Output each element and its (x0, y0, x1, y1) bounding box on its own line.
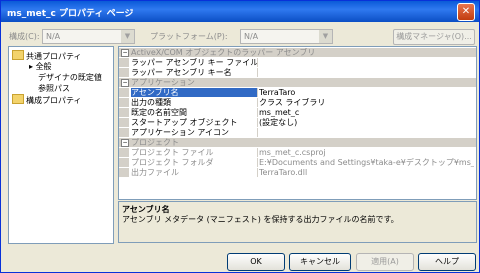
close-button[interactable]: ✕ (457, 3, 475, 21)
ok-button[interactable]: OK (227, 253, 285, 271)
property-row[interactable]: ラッパー アセンブリ キー名 (119, 68, 476, 77)
collapse-icon[interactable]: − (121, 79, 129, 87)
config-manager-button[interactable]: 構成マネージャ(O)... (393, 29, 475, 45)
category-tree: 共通プロパティ ▸ 全般 デザイナの既定値 参照パス 構成プロパティ (8, 46, 114, 244)
cancel-button[interactable]: キャンセル (289, 253, 351, 271)
property-row[interactable]: プロジェクト フォルダ E:¥Documents and Settings¥tak… (119, 158, 476, 167)
folder-open-icon (12, 50, 24, 60)
window-title: ms_met_c プロパティ ページ (7, 9, 134, 19)
arrow-right-icon: ▸ (29, 62, 34, 71)
config-select[interactable]: N/A ▼ (42, 29, 135, 44)
collapse-icon[interactable]: − (121, 49, 129, 57)
tree-item-general[interactable]: ▸ 全般 (29, 61, 52, 72)
property-row[interactable]: 出力の種類 クラス ライブラリ (119, 98, 476, 107)
property-row[interactable]: ラッパー アセンブリ キー ファイル (119, 58, 476, 67)
property-row[interactable]: 既定の名前空間 ms_met_c (119, 108, 476, 117)
config-label: 構成(C): (9, 32, 40, 41)
description-panel: アセンブリ名 アセンブリ メタデータ (マニフェスト) を保持する出力ファイルの… (118, 201, 477, 243)
chevron-down-icon: ▼ (121, 30, 134, 43)
platform-label: プラットフォーム(P): (150, 32, 228, 41)
category-application[interactable]: − アプリケーション (119, 78, 476, 87)
properties-dialog: ms_met_c プロパティ ページ ✕ 構成(C): N/A ▼ プラットフォ… (0, 0, 480, 273)
property-row[interactable]: アプリケーション アイコン (119, 128, 476, 137)
platform-value: N/A (244, 32, 259, 41)
property-row[interactable]: 出力ファイル TerraTaro.dll (119, 168, 476, 177)
category-project[interactable]: − プロジェクト (119, 138, 476, 147)
category-activex[interactable]: − ActiveX/COM オブジェクトのラッパー アセンブリ (119, 48, 476, 57)
platform-select[interactable]: N/A ▼ (240, 29, 333, 44)
collapse-icon[interactable]: − (121, 139, 129, 147)
tree-item-reference-paths[interactable]: 参照パス (38, 83, 70, 94)
folder-icon (12, 94, 24, 104)
chevron-down-icon: ▼ (319, 30, 332, 43)
title-bar[interactable]: ms_met_c プロパティ ページ ✕ (1, 1, 479, 22)
property-row[interactable]: スタートアップ オブジェクト (設定なし) (119, 118, 476, 127)
property-row[interactable]: プロジェクト ファイル ms_met_c.csproj (119, 148, 476, 157)
help-button[interactable]: ヘルプ (418, 253, 476, 271)
property-grid: − ActiveX/COM オブジェクトのラッパー アセンブリ ラッパー アセン… (118, 46, 477, 200)
tree-item-config[interactable]: 構成プロパティ (12, 94, 82, 106)
apply-button[interactable]: 適用(A) (356, 253, 414, 271)
property-row-selected[interactable]: アセンブリ名 TerraTaro (119, 88, 476, 97)
tree-item-designer-defaults[interactable]: デザイナの既定値 (38, 72, 102, 83)
config-value: N/A (46, 32, 61, 41)
assembly-name-input[interactable]: TerraTaro (259, 88, 474, 97)
description-text: アセンブリ メタデータ (マニフェスト) を保持する出力ファイルの名前です。 (122, 215, 399, 224)
